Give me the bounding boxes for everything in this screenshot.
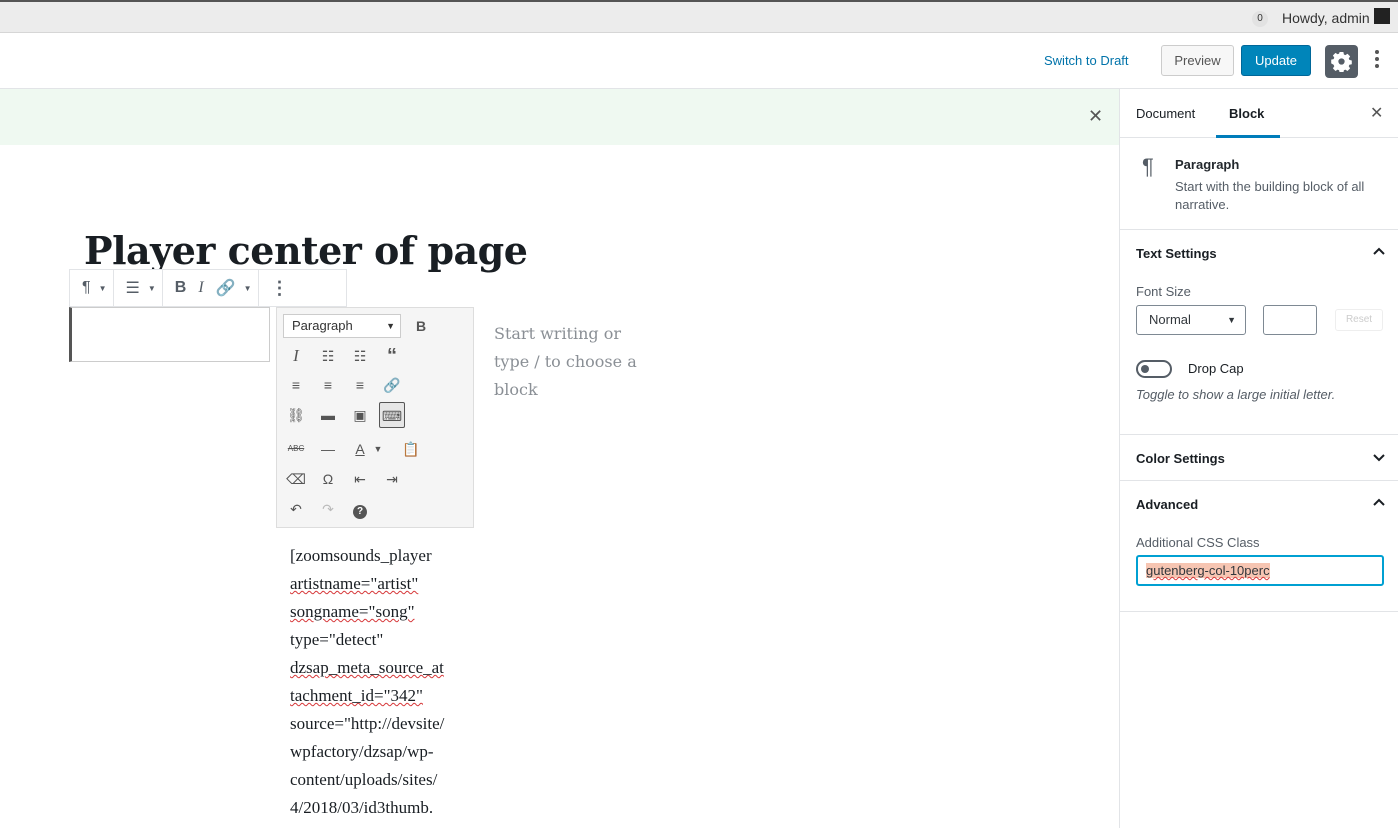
drop-cap-label: Drop Cap [1188, 361, 1244, 376]
column-block[interactable] [69, 307, 270, 362]
link-icon[interactable]: 🔗 [379, 372, 405, 398]
bold-icon[interactable]: B [408, 313, 434, 339]
blockquote-icon[interactable]: “ [379, 343, 405, 369]
omega-icon[interactable]: Ω [315, 466, 341, 492]
paragraph-icon[interactable]: ¶ [76, 279, 97, 297]
admin-bar: 0 Howdy, admin [0, 0, 1398, 33]
font-size-label: Font Size [1136, 284, 1191, 299]
media-icon[interactable]: ▣ [347, 402, 373, 428]
align-center-icon[interactable]: ≡ [315, 372, 341, 398]
panel-title: Advanced [1136, 497, 1199, 512]
block-card: ¶ Paragraph Start with the building bloc… [1120, 138, 1398, 230]
align-left-icon[interactable]: ≡ [283, 372, 309, 398]
css-class-label: Additional CSS Class [1136, 535, 1260, 550]
shortcode-text[interactable]: [zoomsounds_player artistname="artist" s… [290, 542, 470, 822]
paragraph-icon: ¶ [1142, 154, 1154, 179]
shortcode-line: artistname="artist" [290, 574, 419, 593]
shortcode-line: songname="song" [290, 602, 415, 621]
editor-header: Switch to Draft Preview Update [0, 33, 1398, 89]
panel-advanced[interactable]: Advanced [1120, 481, 1398, 528]
shortcode-line: [zoomsounds_player [290, 546, 432, 565]
chevron-up-icon [1373, 247, 1385, 255]
link-icon[interactable]: 🔗 [210, 278, 242, 298]
reset-button[interactable]: Reset [1335, 309, 1383, 331]
chevron-down-icon[interactable]: ▼ [371, 436, 385, 462]
classic-editor-toolbar: Paragraph ▼ B I ☷ ☷ “ ≡ ≡ ≡ 🔗 ⛓ ▬ ▣ ⌨ AB… [276, 307, 474, 528]
block-description: Start with the building block of all nar… [1175, 179, 1365, 212]
shortcode-line: source="http://devsite/ [290, 714, 445, 733]
sidebar-tabs: Document Block ✕ [1120, 89, 1398, 138]
more-menu-button[interactable] [1368, 47, 1386, 75]
paste-text-icon[interactable]: 📋 [398, 436, 424, 462]
italic-icon[interactable]: I [283, 343, 309, 369]
bullet-list-icon[interactable]: ☷ [315, 343, 341, 369]
howdy-user[interactable]: Howdy, admin [1282, 10, 1370, 26]
format-select-value: Paragraph [292, 318, 353, 333]
gear-icon [1331, 52, 1352, 72]
css-class-value: gutenberg-col-10perc [1146, 563, 1270, 578]
shortcode-line: dzsap_meta_source_at [290, 658, 444, 677]
align-left-icon[interactable]: ☰ [120, 278, 146, 298]
text-color-icon[interactable]: A [347, 436, 373, 462]
shortcode-line: tachment_id="342" [290, 686, 423, 705]
keyboard-icon[interactable]: ⌨ [379, 402, 405, 428]
comment-count-badge[interactable]: 0 [1252, 11, 1268, 27]
panel-color-settings[interactable]: Color Settings [1120, 434, 1398, 481]
font-size-value: Normal [1149, 312, 1191, 327]
close-icon[interactable]: ✕ [1088, 106, 1103, 127]
undo-icon[interactable]: ↶ [283, 496, 309, 522]
indent-icon[interactable]: ⇥ [379, 466, 405, 492]
help-icon[interactable]: ? [347, 496, 373, 522]
bold-icon[interactable]: B [169, 279, 193, 297]
chevron-down-icon[interactable]: ▼ [244, 284, 252, 293]
update-button[interactable]: Update [1241, 45, 1311, 76]
drop-cap-help: Toggle to show a large initial letter. [1136, 387, 1336, 402]
chevron-down-icon [1373, 454, 1385, 462]
css-class-input[interactable]: gutenberg-col-10perc [1136, 555, 1384, 586]
chevron-down-icon[interactable]: ▼ [99, 284, 107, 293]
drop-cap-toggle[interactable] [1136, 360, 1172, 378]
chevron-down-icon: ▼ [1227, 315, 1236, 325]
horizontal-line-icon[interactable]: — [315, 436, 341, 462]
settings-sidebar: Document Block ✕ ¶ Paragraph Start with … [1119, 89, 1398, 828]
shortcode-line: wpfactory/dzsap/wp- [290, 742, 434, 761]
close-icon[interactable]: ✕ [1370, 103, 1383, 123]
notice-banner: ✕ [0, 89, 1119, 145]
more-options-icon[interactable]: ⋮ [265, 278, 295, 299]
chevron-down-icon[interactable]: ▼ [148, 284, 156, 293]
post-title[interactable]: Player center of page [84, 228, 528, 273]
outdent-icon[interactable]: ⇤ [347, 466, 373, 492]
panel-title: Text Settings [1136, 246, 1217, 261]
italic-icon[interactable]: I [192, 279, 209, 297]
block-name: Paragraph [1175, 157, 1240, 172]
panel-text-settings[interactable]: Text Settings [1120, 230, 1398, 277]
unlink-icon[interactable]: ⛓ [283, 402, 309, 428]
shortcode-line: 4/2018/03/id3thumb. [290, 798, 434, 817]
redo-icon[interactable]: ↷ [315, 496, 341, 522]
block-toolbar: ¶ ▼ ☰ ▼ B I 🔗 ▼ ⋮ [69, 269, 347, 307]
chevron-up-icon [1373, 498, 1385, 506]
shortcode-line: type="detect" [290, 630, 384, 649]
tab-block[interactable]: Block [1229, 106, 1264, 121]
settings-button[interactable] [1325, 45, 1358, 78]
shortcode-line: content/uploads/sites/ [290, 770, 438, 789]
format-select[interactable]: Paragraph ▼ [283, 314, 401, 338]
block-placeholder[interactable]: Start writing or type / to choose a bloc… [494, 320, 644, 404]
preview-button[interactable]: Preview [1161, 45, 1234, 76]
read-more-icon[interactable]: ▬ [315, 402, 341, 428]
avatar[interactable] [1374, 8, 1390, 24]
divider [1120, 611, 1398, 612]
strikethrough-icon[interactable]: ABC [283, 436, 309, 462]
numbered-list-icon[interactable]: ☷ [347, 343, 373, 369]
tab-document[interactable]: Document [1136, 106, 1195, 121]
chevron-down-icon: ▼ [386, 321, 395, 331]
font-size-select[interactable]: Normal ▼ [1136, 305, 1246, 335]
align-right-icon[interactable]: ≡ [347, 372, 373, 398]
panel-title: Color Settings [1136, 451, 1225, 466]
custom-font-size-input[interactable] [1263, 305, 1317, 335]
switch-to-draft-button[interactable]: Switch to Draft [1044, 53, 1129, 68]
clear-formatting-icon[interactable]: ⌫ [283, 466, 309, 492]
